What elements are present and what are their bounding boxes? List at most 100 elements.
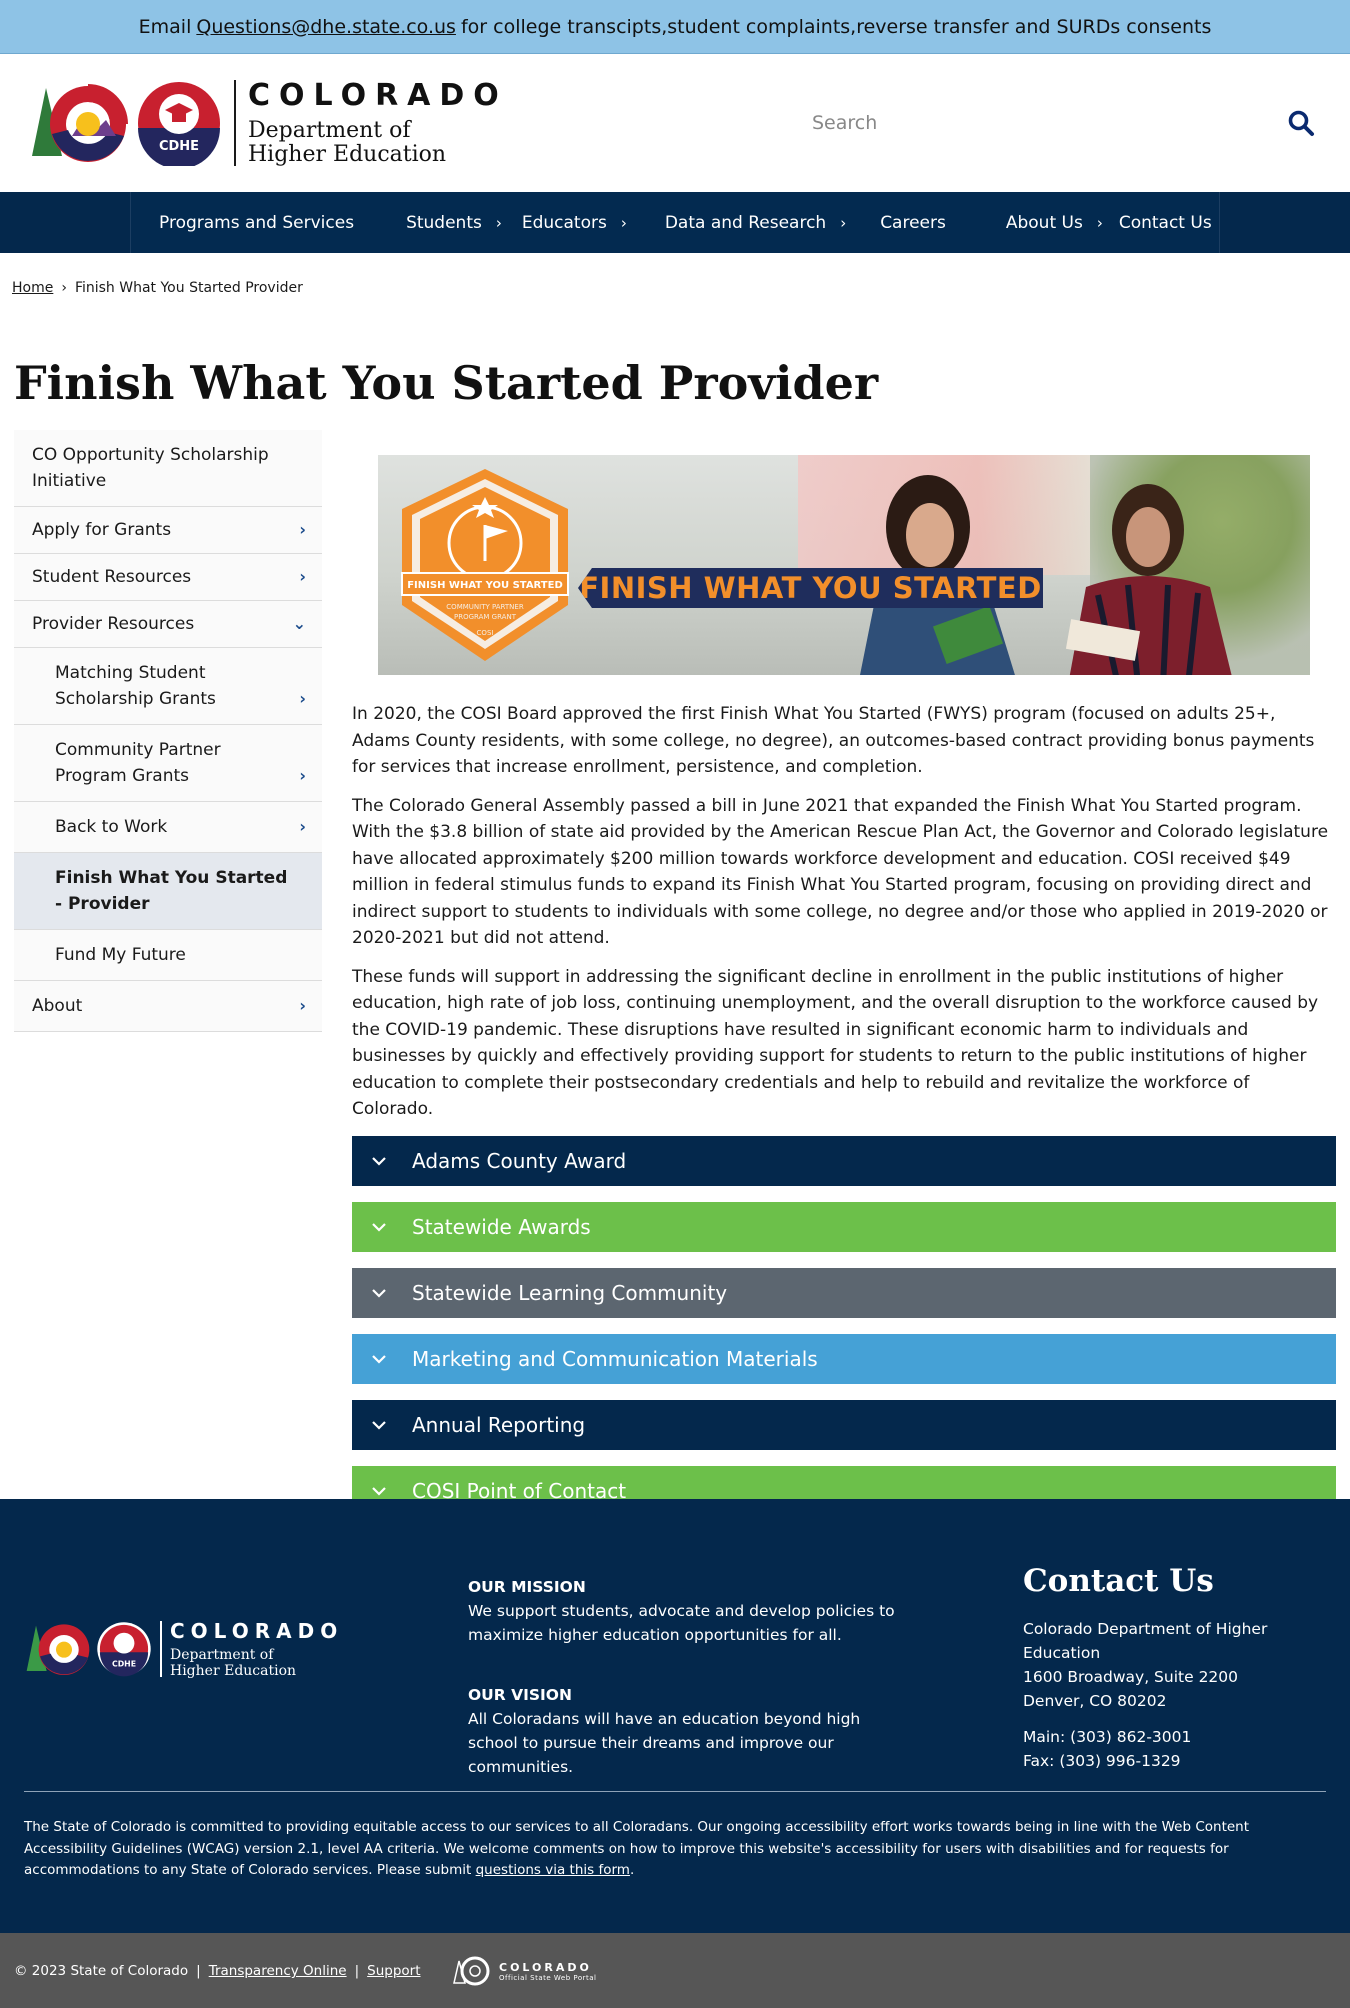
footer-cdhe-badge-text: CDHE [112, 1660, 136, 1669]
chevron-right-icon: › [299, 996, 306, 1015]
footer-logo-text: COLORADO Department of Higher Education [170, 1619, 343, 1679]
colorado-c-logo-icon [32, 84, 128, 162]
footer-logo-dept2: Higher Education [170, 1663, 297, 1679]
accessibility-text: The State of Colorado is committed to pr… [24, 1819, 1250, 1878]
fwys-banner-image: FINISH WHAT YOU STARTED FINISH WHAT YOU … [378, 455, 1310, 675]
chevron-down-icon [372, 1420, 402, 1430]
footer-mission-vision: OUR MISSION We support students, advocat… [468, 1575, 908, 1779]
sidebar-item-finish-what-you-started[interactable]: Finish What You Started - Provider [14, 853, 322, 930]
intro-paragraph-1: In 2020, the COSI Board approved the fir… [352, 704, 1315, 777]
cdhe-badge-icon: CDHE [138, 82, 220, 166]
support-link[interactable]: Support [367, 1963, 420, 1979]
bottom-bar: © 2023 State of Colorado | Transparency … [0, 1933, 1350, 2008]
breadcrumb-home-link[interactable]: Home [12, 280, 53, 296]
nav-item-contact-us[interactable]: Contact Us [1103, 192, 1212, 253]
contact-main-phone: Main: (303) 862-3001 [1023, 1728, 1192, 1746]
student-photo-right [1065, 484, 1232, 675]
chevron-down-icon [372, 1354, 402, 1364]
alert-prefix: Email [138, 15, 192, 38]
cdhe-badge-text: CDHE [159, 139, 199, 154]
accordion-annual-reporting[interactable]: Annual Reporting [352, 1399, 1336, 1450]
search-icon [1288, 110, 1314, 136]
alert-suffix: for college transcipts,student complaint… [460, 15, 1212, 38]
sidebar-item-label: Community Partner Program Grants [55, 740, 221, 786]
sidebar-item-label: Provider Resources [32, 614, 195, 634]
nav-item-programs-and-services[interactable]: Programs and Services [131, 192, 354, 253]
accordion-label: Adams County Award [412, 1148, 627, 1173]
accordion-label: Statewide Awards [412, 1214, 591, 1239]
nav-item-about-us[interactable]: About Us › [946, 192, 1103, 253]
sidebar-item-student-resources[interactable]: Student Resources › [14, 554, 322, 601]
state-portal-logo[interactable]: COLORADO Official State Web Portal [453, 1955, 597, 1987]
logo-dept-line2: Higher Education [248, 142, 447, 167]
accordion-list: Adams County Award Statewide Awards Statew… [352, 1135, 1336, 1516]
accessibility-form-link[interactable]: questions via this form [476, 1862, 630, 1878]
portal-logo-text: COLORADO Official State Web Portal [499, 1961, 597, 1982]
intro-paragraph-3: These funds will support in addressing t… [352, 966, 1319, 1120]
nav-item-careers[interactable]: Careers [846, 192, 946, 253]
main-nav-inner: Programs and Services Students › Educators ›… [130, 192, 1220, 253]
sidebar-item-label: Back to Work [55, 817, 168, 837]
chevron-down-icon [372, 1222, 402, 1232]
contact-fax: Fax: (303) 996-1329 [1023, 1752, 1181, 1770]
breadcrumb-current: Finish What You Started Provider [74, 280, 303, 296]
vision-text: All Coloradans will have an education be… [468, 1710, 861, 1776]
logo-state-name: COLORADO [248, 78, 508, 113]
accordion-adams-county-award[interactable]: Adams County Award [352, 1135, 1336, 1186]
logo-text: COLORADO Department of Higher Education [248, 79, 508, 167]
sidebar-item-apply-for-grants[interactable]: Apply for Grants › [14, 507, 322, 554]
accordion-statewide-learning-community[interactable]: Statewide Learning Community [352, 1267, 1336, 1318]
shield-sub3: COSI [477, 629, 494, 637]
bottom-separator: | [196, 1963, 201, 1979]
nav-item-label: Programs and Services [159, 212, 355, 233]
chevron-down-icon: ⌄ [292, 614, 306, 633]
colorado-portal-c-icon [453, 1956, 490, 1986]
sidebar-item-co-opportunity[interactable]: CO Opportunity Scholarship Initiative [14, 430, 322, 507]
logo-divider [234, 80, 236, 166]
site-header: CDHE COLORADO Department of Higher Educa… [0, 54, 1350, 192]
footer-logo[interactable]: CDHE COLORADO Department of Higher Educa… [24, 1619, 343, 1679]
site-footer: CDHE COLORADO Department of Higher Educa… [0, 1499, 1350, 1933]
accordion-marketing-and-communication-materials[interactable]: Marketing and Communication Materials [352, 1333, 1336, 1384]
mission-text: We support students, advocate and develo… [468, 1602, 895, 1644]
alert-bar: Email Questions@dhe.state.co.us for coll… [0, 0, 1350, 54]
sidebar-item-label: About [32, 996, 83, 1016]
chevron-right-icon: › [299, 567, 306, 586]
sidebar-item-about[interactable]: About › [14, 981, 322, 1032]
portal-state: COLORADO [499, 1960, 592, 1974]
footer-logo-dept1: Department of [170, 1647, 274, 1663]
search-input[interactable] [800, 112, 1240, 134]
sidebar-item-label: CO Opportunity Scholarship Initiative [32, 445, 269, 491]
footer-cdhe-badge-icon: CDHE [97, 1622, 151, 1677]
nav-item-students[interactable]: Students › [354, 192, 502, 253]
copyright-text: © 2023 State of Colorado [14, 1963, 189, 1979]
nav-item-label: Data and Research [664, 212, 827, 233]
sidebar-item-fund-my-future[interactable]: Fund My Future [14, 930, 322, 981]
sidebar-item-back-to-work[interactable]: Back to Work › [14, 802, 322, 853]
site-logo[interactable]: CDHE COLORADO Department of Higher Educa… [28, 78, 508, 168]
sidebar-item-label: Fund My Future [55, 945, 186, 965]
bottom-bar-links: © 2023 State of Colorado | Transparency … [14, 1963, 421, 1979]
transparency-online-link[interactable]: Transparency Online [209, 1963, 347, 1979]
portal-sub: Official State Web Portal [499, 1973, 597, 1982]
contact-org: Colorado Department of Higher Education [1023, 1620, 1268, 1662]
sidebar-item-matching-student-scholarship[interactable]: Matching Student Scholarship Grants › [14, 648, 322, 725]
accordion-label: Marketing and Communication Materials [412, 1346, 818, 1371]
sidebar-item-label: Student Resources [32, 567, 192, 587]
chevron-right-icon: › [299, 520, 306, 539]
alert-email-link[interactable]: Questions@dhe.state.co.us [196, 16, 456, 38]
accordion-label: Annual Reporting [412, 1412, 586, 1437]
contact-address-1: 1600 Broadway, Suite 2200 [1023, 1668, 1239, 1686]
shield-sub1: COMMUNITY PARTNER [446, 603, 524, 611]
nav-item-data-and-research[interactable]: Data and Research › [627, 192, 846, 253]
accordion-statewide-awards[interactable]: Statewide Awards [352, 1201, 1336, 1252]
search-button[interactable] [1284, 106, 1318, 140]
nav-item-label: Educators [521, 212, 607, 233]
sidebar-item-community-partner-grants[interactable]: Community Partner Program Grants › [14, 725, 322, 802]
footer-logo-state: COLORADO [170, 1619, 344, 1643]
contact-title: Contact Us [1023, 1563, 1214, 1599]
sidebar-item-provider-resources[interactable]: Provider Resources ⌄ [14, 601, 322, 648]
intro-paragraph-2: The Colorado General Assembly passed a b… [352, 795, 1329, 949]
nav-item-educators[interactable]: Educators › [502, 192, 627, 253]
sidebar-item-label: Finish What You Started - Provider [55, 868, 288, 914]
